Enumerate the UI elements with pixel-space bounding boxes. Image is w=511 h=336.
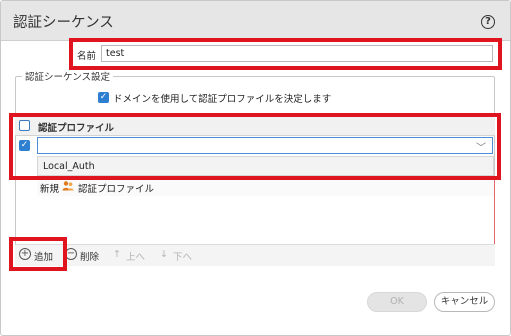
select-all-checkbox[interactable] bbox=[19, 120, 30, 131]
profile-dropdown bbox=[37, 156, 494, 176]
new-profile-label[interactable]: 認証プロファイル bbox=[78, 181, 154, 195]
name-label: 名前 bbox=[77, 51, 97, 62]
cancel-button[interactable]: キャンセル bbox=[434, 292, 495, 312]
ok-button[interactable]: OK bbox=[367, 292, 427, 312]
delete-icon[interactable]: − bbox=[65, 248, 77, 260]
move-up-button[interactable]: 上へ bbox=[126, 249, 145, 263]
auth-profile-column-header: 認証プロファイル bbox=[38, 123, 115, 134]
add-button[interactable]: 追加 bbox=[34, 249, 53, 263]
chevron-down-icon[interactable]: ﹀ bbox=[476, 139, 486, 154]
add-icon[interactable]: + bbox=[19, 248, 31, 260]
move-down-button[interactable]: 下へ bbox=[173, 249, 192, 263]
auth-profile-icon bbox=[62, 181, 74, 191]
auth-profile-combobox[interactable]: ﹀ bbox=[37, 137, 493, 154]
arrow-down-icon[interactable]: ↓ bbox=[160, 249, 168, 260]
use-domain-checkbox[interactable]: ✓ bbox=[98, 92, 109, 103]
row-checkbox[interactable]: ✓ bbox=[19, 140, 30, 151]
delete-button[interactable]: 削除 bbox=[80, 249, 99, 263]
help-icon[interactable]: ? bbox=[481, 15, 495, 29]
dropdown-option-local-auth[interactable]: Local_Auth bbox=[43, 161, 95, 172]
name-input[interactable] bbox=[101, 45, 493, 62]
arrow-up-icon[interactable]: ↑ bbox=[113, 249, 121, 260]
settings-group-legend: 認証シーケンス設定 bbox=[22, 69, 114, 83]
dialog-title: 認証シーケンス bbox=[13, 15, 114, 31]
new-profile-prefix: 新規 bbox=[40, 184, 60, 195]
use-domain-label: ドメインを使用して認証プロファイルを決定します bbox=[113, 94, 332, 105]
dialog-titlebar: 認証シーケンス ? bbox=[1, 1, 510, 41]
